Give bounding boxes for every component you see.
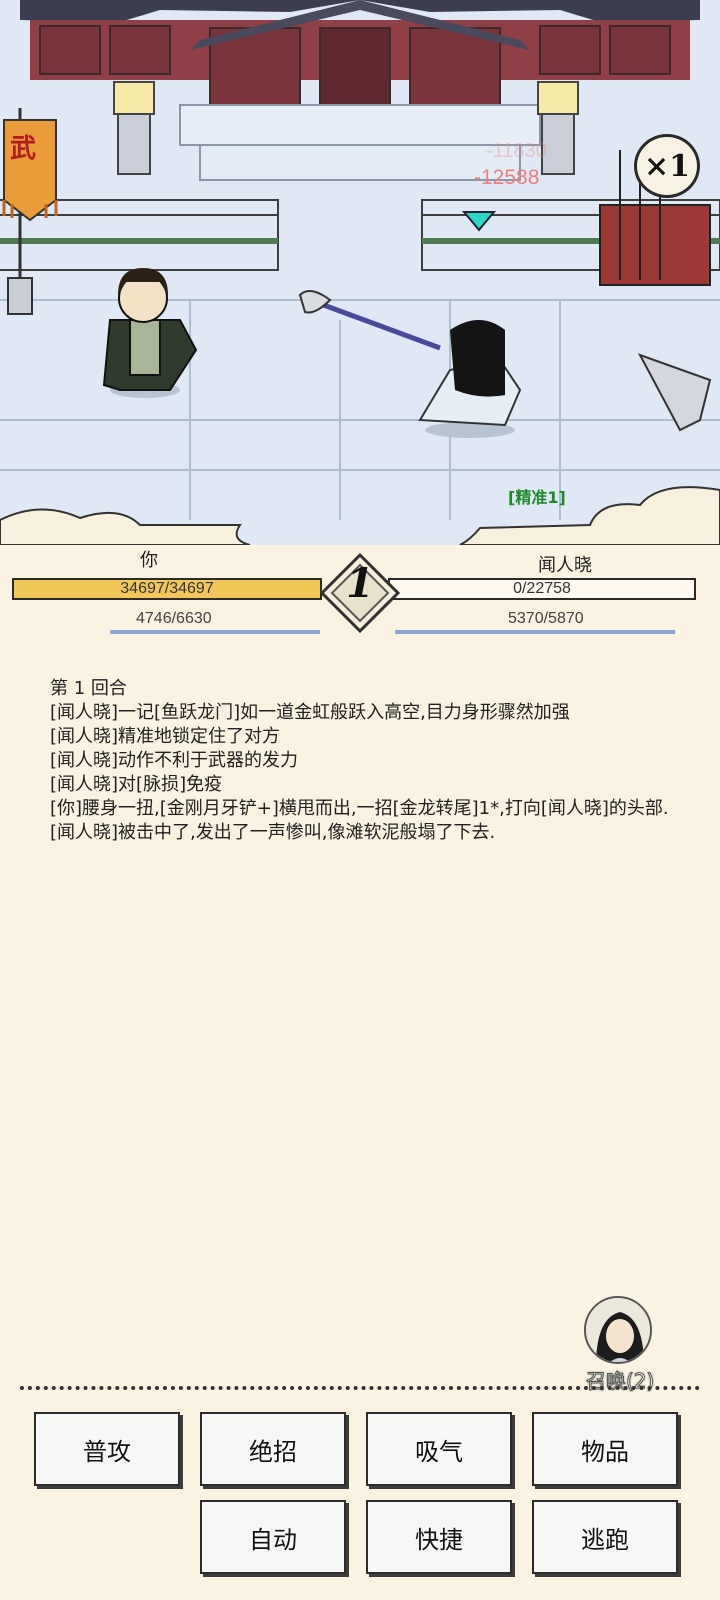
log-line: [闻人晓]动作不利于武器的发力 [50, 750, 299, 771]
log-line: [闻人晓]被击中了,发出了一声惨叫,像滩软泥般塌了下去. [50, 822, 496, 843]
player-mp-bar [110, 630, 320, 634]
scene-background [0, 0, 720, 545]
log-line: [你]腰身一扭,[金刚月牙铲+]横甩而出,一招[金龙转尾]1*,打向[闻人晓]的… [50, 798, 669, 819]
target-marker-icon [462, 211, 496, 232]
enemy-hp-text: 0/22758 [513, 580, 571, 597]
auto-button[interactable]: 自动 [200, 1500, 346, 1574]
attack-button[interactable]: 普攻 [34, 1412, 180, 1486]
combat-log: 第 1 回合 [闻人晓]一记[鱼跃龙门]如一道金虹般跃入高空,目力身形骤然加强 [闻… [50, 678, 670, 846]
player-mp-text: 4746/6630 [136, 610, 212, 627]
banner-character: 武 [9, 134, 36, 164]
speed-toggle-button[interactable]: ×1 [634, 134, 700, 198]
flee-button[interactable]: 逃跑 [532, 1500, 678, 1574]
log-line: [闻人晓]精准地锁定住了对方 [50, 726, 281, 747]
player-name: 你 [140, 550, 158, 571]
summon-portrait-icon [586, 1298, 650, 1362]
round-number: 1 [346, 560, 374, 607]
player-hp-text: 34697/34697 [120, 580, 214, 597]
log-line: [闻人晓]一记[鱼跃龙门]如一道金虹般跃入高空,目力身形骤然加强 [50, 702, 570, 723]
items-button[interactable]: 物品 [532, 1412, 678, 1486]
log-line: 第 1 回合 [50, 678, 127, 699]
breathe-button[interactable]: 吸气 [366, 1412, 512, 1486]
player-hp-bar: 34697/34697 [12, 578, 322, 600]
enemy-hp-bar: 0/22758 [388, 578, 696, 600]
enemy-mp-bar [395, 630, 675, 634]
quick-button[interactable]: 快捷 [366, 1500, 512, 1574]
divider [20, 1386, 700, 1390]
damage-popup: -12588 [474, 166, 540, 189]
log-line: [闻人晓]对[脉损]免疫 [50, 774, 223, 795]
enemy-mp-text: 5370/5870 [508, 610, 584, 627]
enemy-name: 闻人晓 [538, 555, 592, 576]
precision-status-tag: [精准1] [508, 488, 566, 507]
summon-avatar[interactable] [584, 1296, 652, 1364]
battle-scene: 武 -11830 -12588 ×1 [精准1] [0, 0, 720, 545]
damage-popup-faded: -11830 [486, 140, 547, 162]
ultimate-button[interactable]: 绝招 [200, 1412, 346, 1486]
